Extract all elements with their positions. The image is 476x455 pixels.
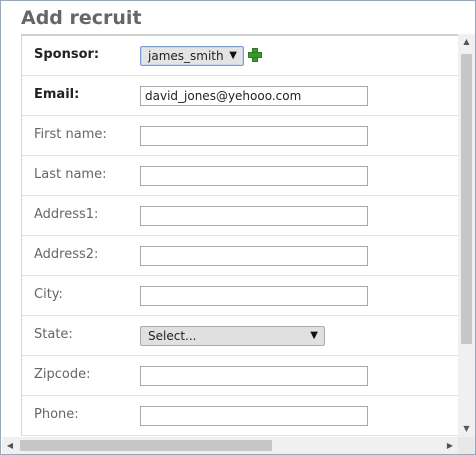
first-name-control: [140, 125, 368, 146]
first-name-field[interactable]: [140, 125, 368, 146]
phone-control: [140, 405, 368, 426]
zipcode-row: Zipcode:: [22, 356, 458, 396]
recruit-form: Sponsor: james_smith ▼ Email: First name…: [21, 34, 458, 436]
state-control: Select... ▼: [140, 325, 325, 346]
vertical-scroll-thumb[interactable]: [461, 54, 472, 344]
scroll-right-icon[interactable]: ▶: [442, 437, 458, 454]
city-row: City:: [22, 276, 458, 316]
email-field[interactable]: [140, 85, 368, 106]
scroll-left-icon[interactable]: ◀: [2, 437, 18, 454]
address1-field[interactable]: [140, 205, 368, 226]
last-name-field[interactable]: [140, 165, 368, 186]
address1-control: [140, 205, 368, 226]
address1-label: Address1:: [34, 206, 99, 222]
state-label: State:: [34, 326, 73, 342]
address2-control: [140, 245, 368, 266]
address2-field[interactable]: [140, 245, 368, 266]
last-name-row: Last name:: [22, 156, 458, 196]
sponsor-row: Sponsor: james_smith ▼: [22, 36, 458, 76]
zipcode-label: Zipcode:: [34, 366, 91, 382]
chevron-down-icon: ▼: [229, 50, 237, 61]
scroll-down-icon[interactable]: ▼: [458, 421, 475, 437]
zipcode-control: [140, 365, 368, 386]
chevron-down-icon: ▼: [310, 330, 318, 341]
last-name-control: [140, 165, 368, 186]
email-control: [140, 85, 368, 106]
sponsor-select[interactable]: james_smith ▼: [140, 45, 244, 66]
dialog-title: Add recruit: [21, 7, 142, 29]
horizontal-scroll-thumb[interactable]: [20, 440, 272, 451]
address1-row: Address1:: [22, 196, 458, 236]
sponsor-control: james_smith ▼: [140, 45, 262, 66]
add-recruit-dialog: Add recruit Sponsor: james_smith ▼ Email…: [0, 0, 476, 455]
sponsor-label: Sponsor:: [34, 46, 100, 62]
first-name-row: First name:: [22, 116, 458, 156]
scrollbar-corner: [458, 437, 475, 454]
city-control: [140, 285, 368, 306]
horizontal-scrollbar[interactable]: ◀ ▶: [2, 437, 458, 454]
last-name-label: Last name:: [34, 166, 107, 182]
phone-label: Phone:: [34, 406, 79, 422]
plus-icon[interactable]: [248, 47, 262, 62]
email-row: Email:: [22, 76, 458, 116]
address2-label: Address2:: [34, 246, 99, 262]
zipcode-field[interactable]: [140, 365, 368, 386]
city-label: City:: [34, 286, 63, 302]
vertical-scrollbar[interactable]: ▲ ▼: [458, 34, 475, 437]
email-label: Email:: [34, 86, 80, 102]
state-select[interactable]: Select... ▼: [140, 325, 325, 346]
scroll-up-icon[interactable]: ▲: [458, 34, 475, 50]
state-row: State: Select... ▼: [22, 316, 458, 356]
form-viewport: Sponsor: james_smith ▼ Email: First name…: [2, 34, 458, 437]
state-value: Select...: [148, 328, 197, 343]
sponsor-value: james_smith: [148, 48, 224, 63]
phone-field[interactable]: [140, 405, 368, 426]
city-field[interactable]: [140, 285, 368, 306]
address2-row: Address2:: [22, 236, 458, 276]
phone-row: Phone:: [22, 396, 458, 436]
first-name-label: First name:: [34, 126, 107, 142]
